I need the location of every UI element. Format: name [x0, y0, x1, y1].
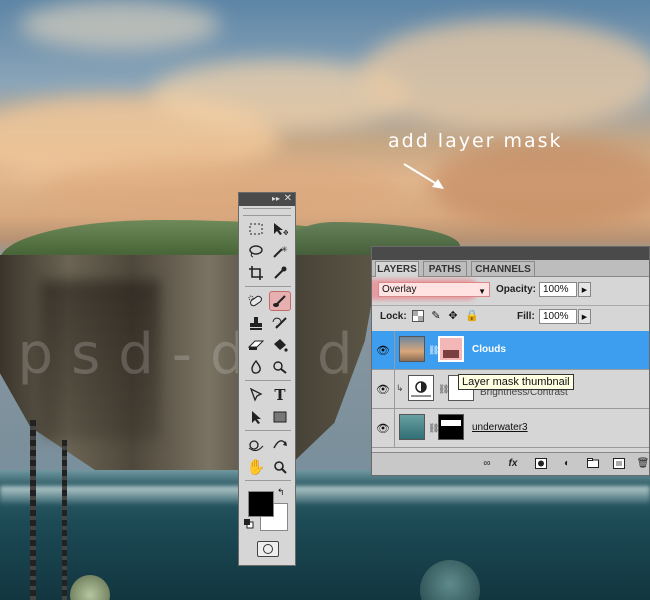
layer-row-clouds[interactable]: 👁 ⛓ Clouds: [372, 331, 649, 370]
fill-input[interactable]: 100%: [539, 309, 577, 324]
move-tool-icon[interactable]: ✥: [269, 219, 291, 239]
3d-rotate-icon[interactable]: [245, 435, 267, 455]
opacity-label: Opacity:: [496, 284, 537, 295]
default-colors-icon[interactable]: [244, 519, 254, 529]
eraser-icon[interactable]: [245, 335, 267, 355]
layer-name: Clouds: [472, 344, 506, 355]
lock-transparency-icon[interactable]: [412, 310, 424, 322]
group-folder-icon[interactable]: [586, 458, 600, 470]
opacity-input[interactable]: 100%: [539, 282, 577, 297]
tool-separator: [245, 430, 291, 431]
layer-mask-thumbnail[interactable]: [438, 336, 464, 362]
layers-footer: ∞ fx ◐ 🗑: [372, 452, 649, 475]
adjustment-layer-icon[interactable]: ◐: [560, 458, 574, 470]
cloud: [360, 20, 650, 130]
tool-separator: [245, 286, 291, 287]
layer-thumbnail[interactable]: [399, 336, 425, 362]
zoom-tool-icon[interactable]: [269, 457, 291, 477]
3d-orbit-icon[interactable]: [269, 435, 291, 455]
water-foam: [0, 486, 650, 504]
lasso-tool-icon[interactable]: [245, 241, 267, 261]
visibility-eye-icon[interactable]: 👁: [372, 370, 395, 408]
dodge-tool-icon[interactable]: [269, 357, 291, 377]
lock-pixels-icon[interactable]: ✎: [430, 310, 442, 322]
blend-mode-select[interactable]: Overlay ▼: [378, 282, 490, 297]
svg-text:✳: ✳: [281, 245, 288, 254]
clone-stamp-icon[interactable]: [245, 313, 267, 333]
fx-icon[interactable]: fx: [506, 458, 520, 470]
blend-mode-value: Overlay: [382, 284, 417, 295]
swap-colors-icon[interactable]: ↰: [277, 487, 285, 498]
tool-separator: [245, 380, 291, 381]
link-layers-icon[interactable]: ∞: [480, 458, 494, 470]
layer-row-underwater3[interactable]: 👁 ⛓ underwater3: [372, 409, 649, 448]
chain: [30, 420, 36, 600]
annotation-text: add layer mask: [388, 130, 563, 152]
panel-grip[interactable]: [243, 208, 291, 216]
type-tool-icon[interactable]: T: [269, 385, 291, 405]
clip-arrow-icon: ↳: [396, 383, 404, 393]
tool-separator: [245, 480, 291, 481]
path-selection-icon[interactable]: [245, 407, 267, 427]
chain: [62, 440, 67, 600]
layer-thumbnail[interactable]: [399, 414, 425, 440]
svg-text:✥: ✥: [283, 229, 288, 236]
pen-tool-icon[interactable]: [245, 385, 267, 405]
fill-label: Fill:: [517, 311, 535, 322]
dropdown-arrow-icon: ▼: [478, 287, 486, 296]
add-mask-icon[interactable]: [534, 458, 548, 470]
visibility-eye-icon[interactable]: 👁: [372, 331, 395, 369]
paint-bucket-icon[interactable]: [269, 335, 291, 355]
history-brush-icon[interactable]: [269, 313, 291, 333]
layers-panel-titlebar[interactable]: [372, 247, 649, 260]
marquee-tool-icon[interactable]: [245, 219, 267, 239]
lock-position-icon[interactable]: ✥: [447, 310, 459, 322]
visibility-eye-icon[interactable]: 👁: [372, 409, 395, 447]
lock-all-icon[interactable]: 🔒: [465, 310, 479, 322]
eyedropper-icon[interactable]: [269, 263, 291, 283]
annotation-arrow-icon: [403, 163, 444, 189]
tab-channels[interactable]: CHANNELS: [471, 261, 535, 276]
layers-panel: LAYERS PATHS CHANNELS Overlay ▼ Opacity:…: [371, 246, 650, 476]
foreground-color-swatch[interactable]: [248, 491, 274, 517]
tooltip: Layer mask thumbnail: [458, 374, 574, 390]
blur-tool-icon[interactable]: [245, 357, 267, 377]
lock-row: Lock: ✎ ✥ 🔒 Fill: 100% ▶: [372, 305, 649, 328]
tools-panel: ▸▸ ✕ ✥ ✳ T ✋ ↰: [238, 192, 296, 566]
blend-row: Overlay ▼ Opacity: 100% ▶: [372, 277, 649, 301]
double-arrow-icon[interactable]: ▸▸: [272, 194, 280, 203]
lock-label: Lock:: [380, 311, 407, 322]
close-icon[interactable]: ✕: [284, 193, 292, 204]
tab-layers[interactable]: LAYERS: [375, 261, 419, 277]
spot-healing-icon[interactable]: [245, 291, 267, 311]
magic-wand-icon[interactable]: ✳: [269, 241, 291, 261]
new-layer-icon[interactable]: [612, 458, 626, 470]
crop-tool-icon[interactable]: [245, 263, 267, 283]
brush-tool-icon[interactable]: [269, 291, 291, 311]
cloud: [20, 0, 220, 50]
cloud: [430, 140, 650, 230]
delete-layer-icon[interactable]: 🗑: [636, 458, 649, 470]
adjustment-thumbnail[interactable]: [408, 375, 434, 401]
rectangle-tool-icon[interactable]: [269, 407, 291, 427]
layer-mask-thumbnail[interactable]: [438, 414, 464, 440]
tab-paths[interactable]: PATHS: [423, 261, 467, 276]
panel-tabs: LAYERS PATHS CHANNELS: [372, 260, 649, 277]
quick-mask-icon[interactable]: [257, 541, 279, 557]
tools-panel-titlebar[interactable]: ▸▸ ✕: [239, 193, 295, 206]
cloud: [40, 160, 400, 220]
layer-name: underwater3: [472, 422, 528, 433]
fill-slider-arrow-icon[interactable]: ▶: [578, 309, 591, 324]
opacity-slider-arrow-icon[interactable]: ▶: [578, 282, 591, 297]
hand-tool-icon[interactable]: ✋: [245, 457, 267, 477]
